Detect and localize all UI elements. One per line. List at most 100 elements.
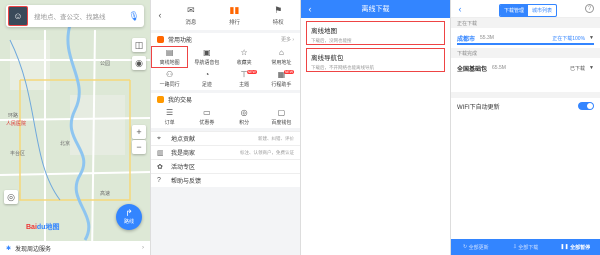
downloading-city-row[interactable]: 成都市 55.3M 正在下载100% ▼ <box>451 28 600 48</box>
offline-download-screen: ‹ 离线下载 离线地图 下载后，没网也能搜 离线导航包 下载后，不开网络也能离线… <box>300 0 450 255</box>
frequent-address-item[interactable]: ⌂ 常用地址 <box>263 46 300 68</box>
locate-icon[interactable]: ◎ <box>4 190 18 204</box>
route-button[interactable]: ↱ 路线 <box>116 204 142 230</box>
option-desc: 下载后，不开网络也能离线导航 <box>311 65 374 70</box>
merchant-row[interactable]: ▥ 我是商家 标注、认领商户，免费认证 <box>151 145 300 159</box>
item-label: 足迹 <box>201 82 212 88</box>
tab-messages[interactable]: ✉ 消息 <box>169 0 213 30</box>
package-size: 65.5M <box>492 65 506 71</box>
place-contribution-row[interactable]: ⌖ 地点贡献 新建、纠错、评价 <box>151 131 300 145</box>
back-arrow-icon[interactable]: ‹ <box>451 4 469 14</box>
tab-label: 消息 <box>185 19 197 26</box>
orders-item[interactable]: ☰ 订单 <box>151 106 188 128</box>
download-status: 正在下载100% <box>552 35 586 42</box>
offline-map-option[interactable]: 离线地图 下载后，没网也能搜 <box>306 21 445 45</box>
activity-row[interactable]: ✿ 活动专区 <box>151 159 300 173</box>
route-label: 路线 <box>123 219 134 225</box>
traffic-icon[interactable]: ◉ <box>132 56 146 70</box>
star-icon: ☆ <box>240 48 248 57</box>
chevron-right-icon: › <box>142 245 144 251</box>
help-row[interactable]: ? 帮助与反馈 <box>151 173 300 187</box>
tab-label: 特权 <box>272 19 284 26</box>
downloaded-package-row[interactable]: 全国基础包 65.5M 已下载 ▼ <box>451 58 600 78</box>
theme-item[interactable]: NEW ⊤ 主题 <box>226 68 263 90</box>
map-icon: ▤ <box>165 48 174 57</box>
travel-together-item[interactable]: ⚇ 一路同行 <box>151 68 188 90</box>
section-title: 常用功能 <box>168 38 193 44</box>
store-icon: ▥ <box>157 149 164 157</box>
header: ‹ 下载管理 城市列表 ? <box>451 0 600 18</box>
zoom-in-button[interactable]: + <box>132 125 146 139</box>
section-header: 我的交易 <box>151 93 300 106</box>
header: ‹ 离线下载 <box>301 0 450 18</box>
download-status: 已下载 <box>570 65 586 72</box>
more-link[interactable]: 更多 › <box>281 36 294 43</box>
row-label: 帮助与反馈 <box>171 179 202 185</box>
list-icon: ☰ <box>166 108 174 117</box>
item-label: 收藏夹 <box>236 60 252 66</box>
wallet-icon: ▢ <box>277 108 286 117</box>
zoom-out-button[interactable]: − <box>132 140 146 154</box>
row-label: 我是商家 <box>171 151 196 157</box>
option-title: 离线地图 <box>311 28 337 35</box>
help-icon[interactable]: ? <box>585 4 594 13</box>
download-all-button[interactable]: ⇩ 全部下载 <box>501 239 551 255</box>
microphone-icon[interactable]: 🎙 <box>128 11 140 22</box>
button-label: 全部更新 <box>468 244 489 251</box>
coupons-item[interactable]: ▭ 优惠券 <box>188 106 225 128</box>
package-name: 全国基础包 <box>457 66 488 73</box>
trip-assistant-item[interactable]: NEW ▦ 行程助手 <box>263 68 300 90</box>
update-all-button[interactable]: ↻ 全部更新 <box>451 239 501 255</box>
done-group-label: 下载完成 <box>451 48 600 58</box>
layers-icon[interactable]: ◫ <box>132 38 146 52</box>
favorites-item[interactable]: ☆ 收藏夹 <box>226 46 263 68</box>
home-icon: ⌂ <box>278 48 284 57</box>
section-header: 常用功能 更多 › <box>151 33 300 46</box>
downloading-group-label: 正在下载 <box>451 18 600 28</box>
wallet-item[interactable]: ▢ 百度钱包 <box>263 106 300 128</box>
item-label: 主题 <box>239 82 250 88</box>
item-label: 订单 <box>164 120 175 126</box>
pause-icon: ❚❚ <box>560 244 571 250</box>
nearby-services-bar[interactable]: ✱ 发现周边服务 › <box>0 241 150 255</box>
wifi-label: WIFI下自动更新 <box>457 104 500 111</box>
tab-privileges[interactable]: ⚑ 特权 <box>256 0 300 30</box>
page-title: 离线下载 <box>361 6 390 13</box>
compass-icon: ✱ <box>6 245 12 252</box>
coin-icon: ◎ <box>240 108 248 117</box>
voice-pack-item[interactable]: ▣ 导航语音包 <box>188 46 225 68</box>
row-label: 地点贡献 <box>171 137 196 143</box>
avatar[interactable]: ☺ <box>8 6 28 26</box>
menu-screen: ‹ ✉ 消息 ▮▮ 排行 ⚑ 特权 常用功能 更多 › ▤ 离线地图 ▣ 导航语 <box>150 0 300 255</box>
tab-label: 排行 <box>229 19 241 26</box>
tab-ranking[interactable]: ▮▮ 排行 <box>213 0 257 30</box>
item-label: 行程助手 <box>271 82 292 88</box>
pin-icon: ⌖ <box>157 134 161 142</box>
new-badge: NEW <box>246 70 257 74</box>
caret-down-icon[interactable]: ▼ <box>589 65 594 71</box>
wifi-toggle[interactable] <box>578 102 594 110</box>
search-input[interactable]: 搜地点、查公交、找路线 <box>34 11 128 21</box>
points-item[interactable]: ◎ 积分 <box>226 106 263 128</box>
tab-download-manager[interactable]: 下载管理 <box>500 5 529 16</box>
item-label: 常用地址 <box>271 60 292 66</box>
search-bar[interactable]: ☺ 搜地点、查公交、找路线 🎙 <box>6 5 144 27</box>
tab-city-list[interactable]: 城市列表 <box>528 5 556 16</box>
item-label: 优惠券 <box>199 120 215 126</box>
wifi-auto-update-row: WIFI下自动更新 <box>451 92 600 114</box>
back-arrow-icon[interactable]: ‹ <box>151 0 169 30</box>
top-tabs: ‹ ✉ 消息 ▮▮ 排行 ⚑ 特权 <box>151 0 300 30</box>
footprint-item[interactable]: ◔ 足迹 <box>188 68 225 90</box>
my-trade-section: 我的交易 ☰ 订单 ▭ 优惠券 ◎ 积分 ▢ 百度钱包 <box>151 93 300 128</box>
option-desc: 下载后，没网也能搜 <box>311 38 352 43</box>
gift-icon: ✿ <box>157 163 163 171</box>
row-label: 活动专区 <box>171 165 196 171</box>
common-functions-section: 常用功能 更多 › ▤ 离线地图 ▣ 导航语音包 ☆ 收藏夹 ⌂ 常用地址 ⚇ … <box>151 33 300 90</box>
offline-map-item[interactable]: ▤ 离线地图 <box>151 46 189 68</box>
new-badge: NEW <box>283 70 294 74</box>
help-icon: ? <box>157 177 161 184</box>
pause-all-button[interactable]: ❚❚ 全部暂停 <box>550 239 600 255</box>
caret-down-icon[interactable]: ▼ <box>589 35 594 41</box>
offline-nav-option[interactable]: 离线导航包 下载后，不开网络也能离线导航 <box>306 48 445 72</box>
city-name: 成都市 <box>457 36 476 43</box>
